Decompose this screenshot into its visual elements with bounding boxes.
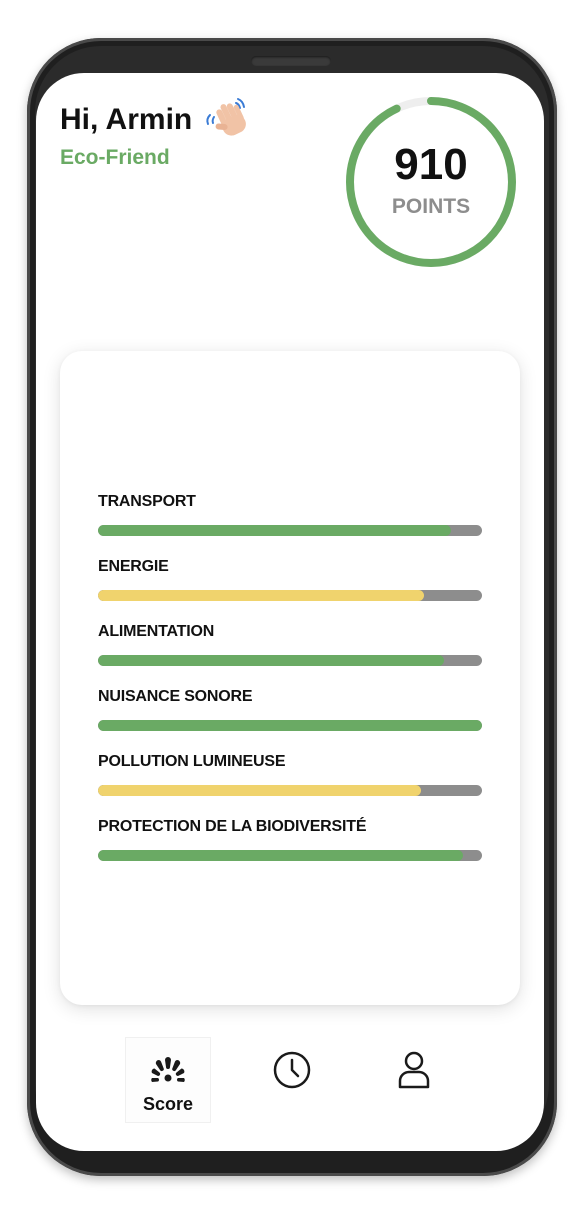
category-bar-track <box>98 785 482 796</box>
app-screen: Hi, Armin Eco-Friend 910 POINTS TRANSPOR… <box>36 73 544 1151</box>
nav-profile[interactable] <box>372 1038 456 1122</box>
category-bar-fill <box>98 590 425 601</box>
nav-score[interactable]: Score <box>126 1038 210 1122</box>
user-icon <box>398 1051 430 1089</box>
category-bar-fill <box>98 720 482 731</box>
category-transport: TRANSPORT <box>98 491 482 556</box>
waving-hand-icon <box>206 98 246 136</box>
category-nuisance-sonore: NUISANCE SONORE <box>98 686 482 751</box>
user-level-label: Eco-Friend <box>60 146 170 169</box>
greeting-title: Hi, Armin <box>60 103 193 136</box>
category-label: POLLUTION LUMINEUSE <box>98 753 286 770</box>
category-bar-fill <box>98 525 452 536</box>
category-list: TRANSPORT ENERGIE ALIMENTATION NUISANCE … <box>98 491 482 881</box>
points-value: 910 <box>394 140 468 189</box>
category-label: ALIMENTATION <box>98 623 215 640</box>
category-bar-track <box>98 720 482 731</box>
category-bar-track <box>98 655 482 666</box>
nav-score-label: Score <box>142 1094 194 1114</box>
gauge-icon <box>151 1057 185 1082</box>
category-bar-track <box>98 590 482 601</box>
category-bar-track <box>98 850 482 861</box>
nav-history[interactable] <box>250 1038 334 1122</box>
category-bar-fill <box>98 655 444 666</box>
category-bar-fill <box>98 785 421 796</box>
clock-icon <box>273 1051 311 1089</box>
category-bar-track <box>98 525 482 536</box>
category-biodiversite: PROTECTION DE LA BIODIVERSITÉ <box>98 816 482 881</box>
category-label: TRANSPORT <box>98 493 196 510</box>
category-scores-card: TRANSPORT ENERGIE ALIMENTATION NUISANCE … <box>60 351 520 1005</box>
category-label: PROTECTION DE LA BIODIVERSITÉ <box>98 818 367 835</box>
category-energie: ENERGIE <box>98 556 482 621</box>
points-label: POINTS <box>391 195 471 218</box>
category-alimentation: ALIMENTATION <box>98 621 482 686</box>
bottom-navigation: Score <box>36 1038 544 1128</box>
category-pollution-lumineuse: POLLUTION LUMINEUSE <box>98 751 482 816</box>
category-label: ENERGIE <box>98 558 169 575</box>
category-bar-fill <box>98 850 463 861</box>
phone-speaker <box>251 56 331 66</box>
category-label: NUISANCE SONORE <box>98 688 253 705</box>
